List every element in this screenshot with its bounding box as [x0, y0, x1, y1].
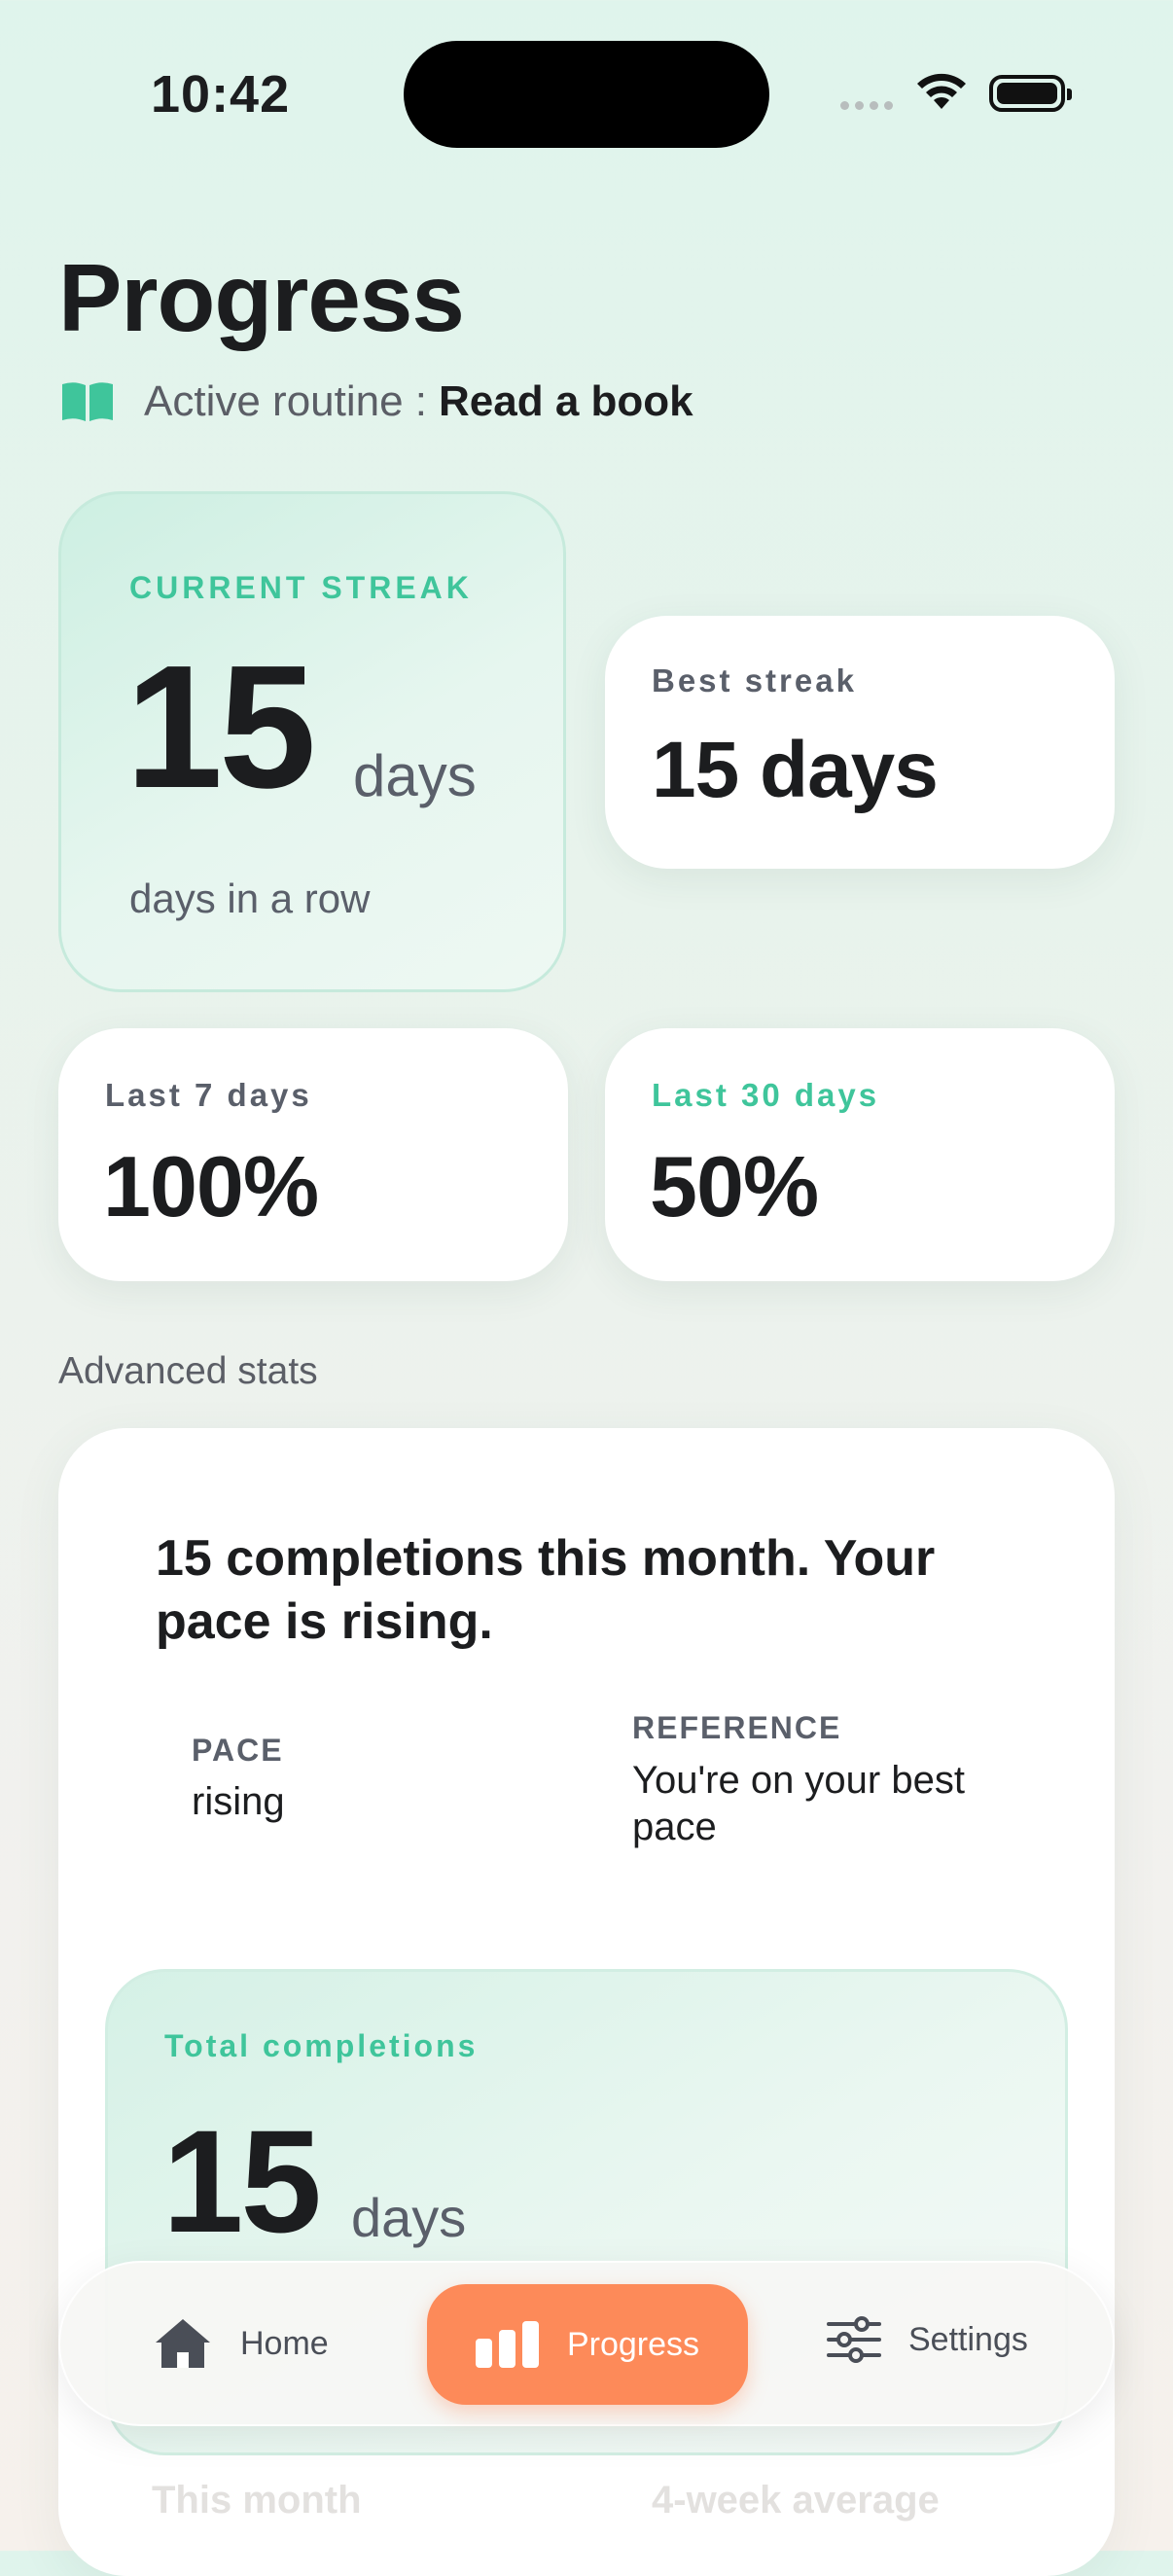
pace-value: rising — [192, 1780, 285, 1823]
advanced-headline: 15 completions this month. Your pace is … — [156, 1530, 936, 1650]
total-completions-label: Total completions — [164, 2028, 479, 2063]
last-30-days-label: Last 30 days — [652, 1077, 880, 1113]
tab-bar: Home Progress Settings — [58, 2261, 1115, 2426]
tab-home-label: Home — [240, 2324, 329, 2362]
tab-home[interactable]: Home — [153, 2316, 329, 2371]
cellular-signal-icon — [840, 101, 893, 110]
current-streak-subtitle: days in a row — [129, 876, 371, 921]
active-routine[interactable]: Active routine : Read a book — [60, 377, 693, 426]
wifi-icon — [917, 73, 966, 109]
last-7-days-card: Last 7 days 100% — [58, 1028, 568, 1281]
tab-progress-label: Progress — [566, 2325, 700, 2363]
sliders-icon — [827, 2316, 881, 2363]
current-streak-unit: days — [353, 743, 477, 808]
last-30-days-card: Last 30 days 50% — [605, 1028, 1115, 1281]
hidden-label-this-month: This month — [152, 2479, 362, 2522]
book-icon — [62, 382, 113, 421]
current-streak-label: CURRENT STREAK — [129, 570, 473, 605]
status-time: 10:42 — [151, 65, 291, 124]
tab-settings-label: Settings — [908, 2320, 1028, 2358]
page-title: Progress — [58, 244, 465, 351]
pace-label: PACE — [192, 1733, 284, 1768]
last-7-days-value: 100% — [103, 1138, 319, 1234]
current-streak-value: 15 — [125, 629, 316, 825]
last-30-days-value: 50% — [650, 1138, 819, 1234]
current-streak-card: CURRENT STREAK 15 days days in a row — [58, 491, 566, 992]
total-completions-value: 15 — [162, 2099, 322, 2263]
routine-prefix: Active routine : — [144, 377, 428, 425]
hidden-label-4-week-average: 4-week average — [652, 2479, 940, 2522]
battery-icon — [989, 75, 1072, 112]
total-completions-unit: days — [351, 2187, 467, 2248]
reference-label: REFERENCE — [632, 1710, 842, 1745]
last-7-days-label: Last 7 days — [105, 1077, 312, 1113]
best-streak-label: Best streak — [652, 662, 857, 698]
home-icon — [156, 2319, 210, 2368]
dynamic-island — [404, 41, 769, 148]
tab-progress[interactable]: Progress — [427, 2284, 748, 2405]
routine-name: Read a book — [439, 377, 693, 425]
section-title-advanced: Advanced stats — [58, 1350, 318, 1392]
bar-chart-icon — [475, 2321, 539, 2368]
reference-value: You're on your best pace — [632, 1759, 965, 1848]
tab-settings[interactable]: Settings — [827, 2316, 1028, 2363]
best-streak-value: 15 days — [652, 726, 939, 814]
best-streak-card: Best streak 15 days — [605, 616, 1115, 869]
